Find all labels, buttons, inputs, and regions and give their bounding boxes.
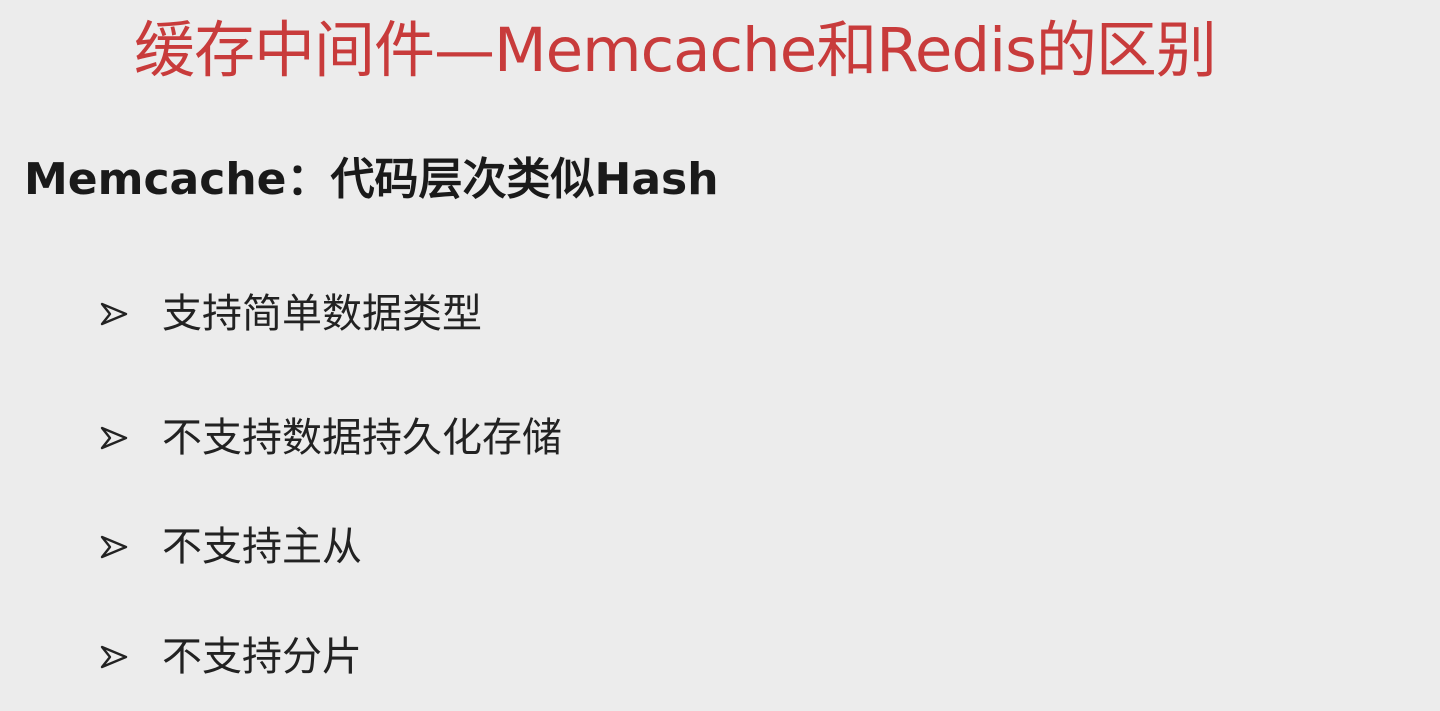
arrowhead-bullet-icon xyxy=(96,629,138,685)
arrowhead-bullet-icon xyxy=(96,410,138,466)
presentation-slide: 缓存中间件—Memcache和Redis的区别 Memcache：代码层次类似H… xyxy=(0,0,1440,711)
bullet-item: 不支持分片 xyxy=(96,629,362,685)
bullet-label: 支持简单数据类型 xyxy=(162,291,482,337)
bullet-label: 不支持主从 xyxy=(162,524,362,570)
arrowhead-bullet-icon xyxy=(96,286,138,342)
bullet-label: 不支持分片 xyxy=(162,634,362,680)
bullet-item: 不支持数据持久化存储 xyxy=(96,410,562,466)
bullet-item: 支持简单数据类型 xyxy=(96,286,482,342)
bullet-label: 不支持数据持久化存储 xyxy=(162,415,562,461)
arrowhead-bullet-icon xyxy=(96,519,138,575)
bullet-item: 不支持主从 xyxy=(96,519,362,575)
bullet-list: 支持简单数据类型 不支持数据持久化存储 不支持主从 不支持分片 xyxy=(0,0,1440,711)
